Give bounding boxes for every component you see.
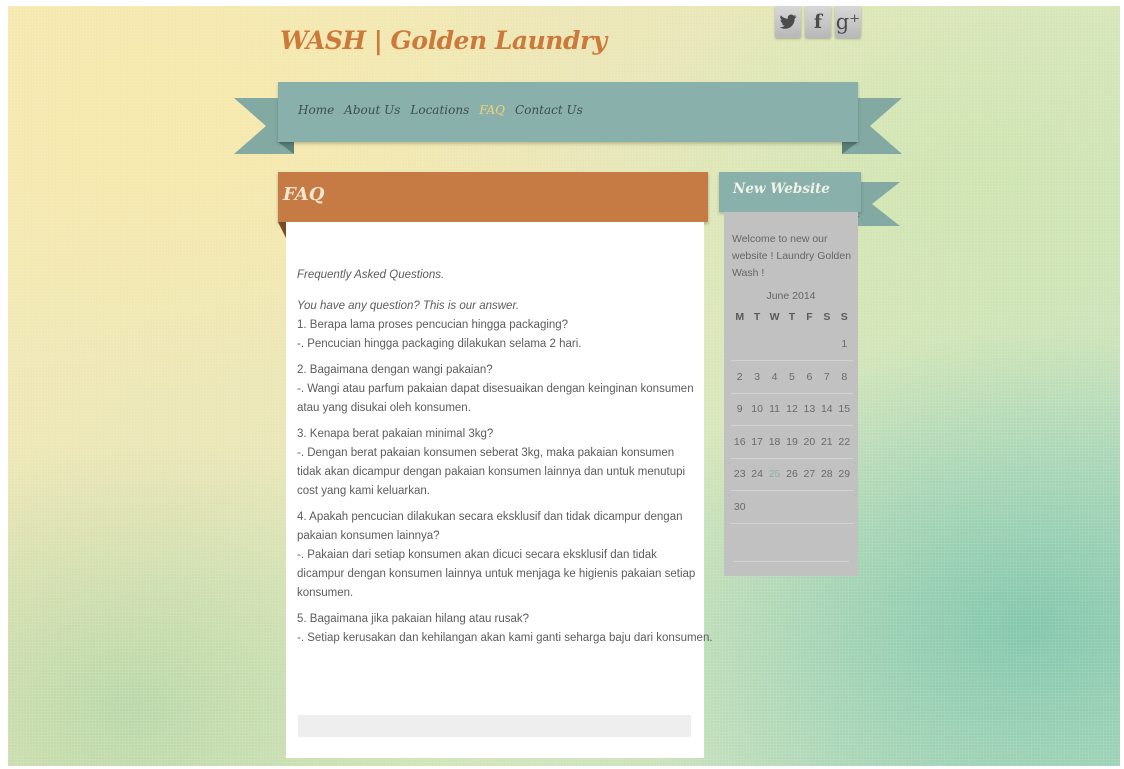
calendar-day: 22 <box>835 425 853 459</box>
calendar-day: 4 <box>765 360 784 394</box>
nav-contact-us[interactable]: Contact Us <box>515 103 583 117</box>
calendar-day: 7 <box>818 360 836 394</box>
calendar-empty-cell <box>783 328 801 361</box>
calendar-day: 2 <box>731 360 749 394</box>
calendar-empty-cell <box>835 490 853 524</box>
faq-footer-bar <box>298 715 691 737</box>
calendar-empty-cell <box>765 328 784 361</box>
calendar-day: 28 <box>818 458 836 491</box>
faq-header-ribbon <box>278 172 708 222</box>
calendar-day: 23 <box>731 458 749 491</box>
calendar-week: 30 <box>731 490 853 524</box>
faq-lead: You have any question? This is our answe… <box>297 300 520 312</box>
sidebar-welcome-text: Welcome to new our website ! Laundry Gol… <box>732 233 852 279</box>
calendar-day: 15 <box>835 393 853 426</box>
faq-question: 5. Bagaimana jika pakaian hilang atau ru… <box>297 613 530 625</box>
calendar-day: 30 <box>731 490 749 524</box>
calendar: M T W T F S S 1 2 3 4 5 6 7 8 9 10 11 12 13 14 15 16 17 1… <box>731 306 853 524</box>
calendar-day: 18 <box>765 425 784 459</box>
calendar-day: 12 <box>783 393 801 426</box>
main-nav: Home About Us Locations FAQ Contact Us <box>298 103 583 117</box>
faq-intro: Frequently Asked Questions. <box>297 269 445 281</box>
faq-answer: -. Dengan berat pakaian konsumen seberat… <box>297 447 686 497</box>
calendar-day: 13 <box>800 393 819 426</box>
calendar-weekday: S <box>840 311 848 323</box>
faq-answer: -. Pencucian hingga packaging dilakukan … <box>297 338 582 350</box>
calendar-week: 2345678 <box>731 360 853 394</box>
faq-answer: -. Setiap kerusakan dan kehilangan akan … <box>297 632 713 644</box>
calendar-empty-cell <box>783 490 801 524</box>
google-plus-icon[interactable]: g⁺ <box>835 6 861 38</box>
social-links: f g⁺ <box>775 6 861 38</box>
calendar-weekday: T <box>788 311 796 323</box>
calendar-day: 27 <box>800 458 819 491</box>
calendar-empty-cell <box>800 328 819 361</box>
calendar-empty-cell <box>731 328 749 361</box>
sidebar-divider <box>733 561 849 562</box>
faq-question: 3. Kenapa berat pakaian minimal 3kg? <box>297 428 494 440</box>
calendar-day: 3 <box>748 360 766 394</box>
faq-question: 2. Bagaimana dengan wangi pakaian? <box>297 364 493 376</box>
calendar-day: 17 <box>748 425 766 459</box>
twitter-icon[interactable] <box>775 6 801 38</box>
facebook-icon[interactable]: f <box>805 6 831 38</box>
calendar-day: 24 <box>748 458 766 491</box>
faq-answer: -. Wangi atau parfum pakaian dapat dises… <box>297 383 694 414</box>
calendar-day: 6 <box>800 360 819 394</box>
faq-question: 4. Apakah pencucian dilakukan secara eks… <box>297 511 683 542</box>
nav-home[interactable]: Home <box>298 103 334 117</box>
calendar-day: 29 <box>835 458 853 491</box>
calendar-weekday: T <box>753 311 761 323</box>
calendar-day: 21 <box>818 425 836 459</box>
sidebar-title: New Website <box>733 181 830 197</box>
calendar-day: 10 <box>748 393 766 426</box>
calendar-empty-cell <box>800 490 819 524</box>
calendar-week: 23 24 25 26 27 28 29 <box>731 458 853 491</box>
calendar-empty-cell <box>818 328 836 361</box>
nav-about-us[interactable]: About Us <box>344 103 400 117</box>
nav-faq[interactable]: FAQ <box>479 103 505 117</box>
calendar-day: 26 <box>783 458 801 491</box>
calendar-day: 8 <box>835 360 853 394</box>
calendar-weekday: W <box>769 311 780 323</box>
page-title: FAQ <box>283 184 325 205</box>
calendar-day: 25 <box>765 458 784 491</box>
calendar-week: 16 17 18 19 20 21 22 <box>731 425 853 459</box>
calendar-day: 19 <box>783 425 801 459</box>
calendar-day: 14 <box>818 393 836 426</box>
faq-answer: -. Pakaian dari setiap konsumen akan dic… <box>297 549 696 599</box>
faq-content: Frequently Asked Questions. You have any… <box>297 266 713 648</box>
calendar-day: 1 <box>835 328 853 361</box>
calendar-day: 5 <box>783 360 801 394</box>
calendar-caption: June 2014 <box>766 290 816 302</box>
calendar-week: 1 <box>731 328 853 361</box>
site-title[interactable]: WASH | Golden Laundry <box>280 26 607 55</box>
calendar-weekday: F <box>806 311 813 323</box>
calendar-day: 16 <box>731 425 749 459</box>
calendar-body: 1 2 3 4 5 6 7 8 9 10 11 12 13 14 15 16 17 18 19 20 21 22 23 24 2… <box>731 328 853 524</box>
calendar-day: 9 <box>731 393 749 426</box>
calendar-week: 9 10 11 12 13 14 15 <box>731 393 853 426</box>
calendar-empty-cell <box>818 490 836 524</box>
calendar-day: 20 <box>800 425 819 459</box>
calendar-weekday: S <box>823 311 831 323</box>
nav-locations[interactable]: Locations <box>410 103 469 117</box>
calendar-empty-cell <box>748 490 766 524</box>
calendar-empty-cell <box>748 328 766 361</box>
faq-question: 1. Berapa lama proses pencucian hingga p… <box>297 319 569 331</box>
calendar-day: 11 <box>765 393 784 426</box>
calendar-weekday: M <box>735 311 745 323</box>
calendar-empty-cell <box>765 490 784 524</box>
